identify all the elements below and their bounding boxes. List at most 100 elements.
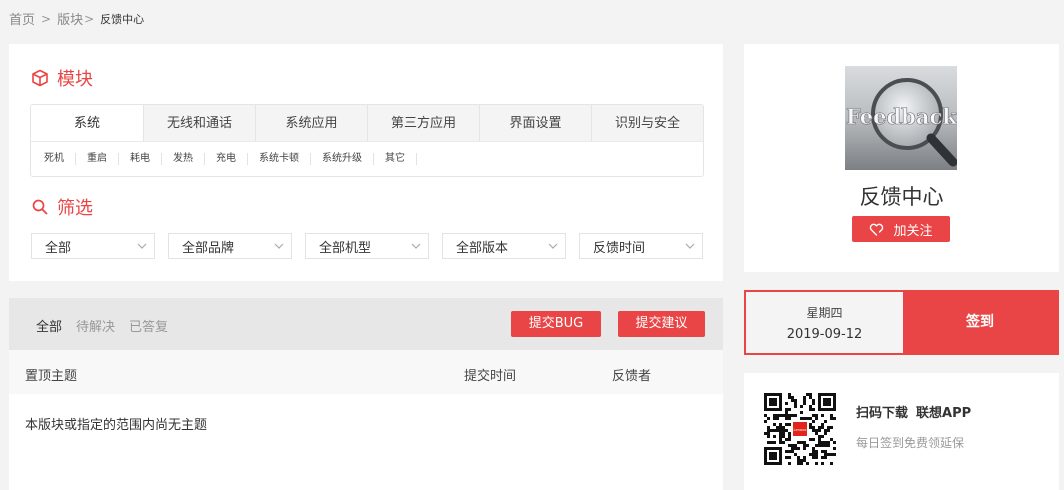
qr-module [812, 429, 815, 432]
app-download-subtitle: 每日签到免费领延保 [856, 436, 965, 450]
qr-module [785, 408, 788, 411]
daily-sign-in-panel: 星期四 2019-09-12 签到 [744, 290, 1059, 355]
column-reporter: 反馈者 [612, 369, 652, 384]
qr-module [812, 402, 815, 405]
select-value: 全部 [45, 240, 72, 256]
module-heading: 模块 [31, 65, 93, 91]
qr-module [827, 444, 830, 447]
qr-module [815, 453, 818, 456]
select-value: 全部版本 [456, 240, 509, 256]
qr-module [815, 456, 818, 459]
subtag-system-lag[interactable]: 系统卡顿 [248, 153, 311, 165]
qr-module [788, 417, 791, 420]
tab-answered[interactable]: 已答复 [129, 316, 168, 335]
qr-module [809, 423, 812, 426]
tab-pending[interactable]: 待解决 [76, 316, 115, 335]
select-brand[interactable]: 全部品牌 [168, 233, 292, 259]
tab-system-apps[interactable]: 系统应用 [255, 105, 367, 141]
qr-module [806, 462, 809, 465]
select-feedback-time[interactable]: 反馈时间 [579, 233, 703, 259]
subtag-power-drain[interactable]: 耗电 [119, 153, 162, 165]
heart-icon [869, 223, 884, 236]
qr-module [785, 456, 788, 459]
qr-module [803, 441, 806, 444]
submit-bug-button[interactable]: 提交BUG [511, 311, 601, 337]
module-filter-panel: 模块 系统 无线和通话 系统应用 第三方应用 界面设置 识别与安全 死机 重启 … [9, 44, 723, 281]
tab-recognition-security[interactable]: 识别与安全 [591, 105, 703, 141]
subtag-system-upgrade[interactable]: 系统升级 [311, 153, 374, 165]
qr-module [824, 429, 827, 432]
qr-module [833, 441, 836, 444]
qr-module [806, 417, 809, 420]
status-tabs: 全部 待解决 已答复 [36, 316, 182, 335]
qr-module [794, 414, 797, 417]
qr-module [830, 417, 833, 420]
qr-module [803, 417, 806, 420]
subtag-other[interactable]: 其它 [374, 153, 417, 165]
qr-module [794, 453, 797, 456]
qr-module [824, 444, 827, 447]
breadcrumb-home-link[interactable]: 首页 [9, 9, 35, 28]
qr-module [788, 444, 791, 447]
qr-module [800, 405, 803, 408]
qr-module [785, 411, 788, 414]
qr-module [818, 426, 821, 429]
qr-module [803, 444, 806, 447]
qr-module [788, 456, 791, 459]
qr-module [788, 450, 791, 453]
qr-module [806, 393, 809, 396]
qr-module [824, 432, 827, 435]
qr-module [803, 399, 806, 402]
tab-all[interactable]: 全部 [36, 316, 62, 335]
breadcrumb: 首页 > 版块 > 反馈中心 [9, 9, 145, 29]
qr-module [788, 423, 791, 426]
qr-module [812, 450, 815, 453]
weekday-label: 星期四 [806, 306, 843, 320]
qr-module [788, 435, 791, 438]
select-version[interactable]: 全部版本 [442, 233, 566, 259]
chevron-down-icon [273, 240, 285, 252]
qr-module [782, 432, 785, 435]
tab-wireless-call[interactable]: 无线和通话 [143, 105, 255, 141]
qr-module [812, 438, 815, 441]
qr-module [785, 450, 788, 453]
qr-module [776, 429, 779, 432]
subtag-reboot[interactable]: 重启 [76, 153, 119, 165]
select-all[interactable]: 全部 [31, 233, 155, 259]
app-title-scan: 扫码下载 [856, 406, 909, 421]
qr-module [794, 402, 797, 405]
qr-module [779, 423, 782, 426]
qr-module [821, 435, 824, 438]
tab-third-party-apps[interactable]: 第三方应用 [367, 105, 479, 141]
qr-module [791, 447, 794, 450]
select-model[interactable]: 全部机型 [305, 233, 429, 259]
subtag-heating[interactable]: 发热 [162, 153, 205, 165]
qr-module [773, 414, 776, 417]
qr-module [794, 399, 797, 402]
tab-ui-settings[interactable]: 界面设置 [479, 105, 591, 141]
breadcrumb-section-link[interactable]: 版块 [57, 9, 83, 28]
filter-heading: 筛选 [31, 194, 93, 220]
qr-module [815, 444, 818, 447]
breadcrumb-separator: > [84, 11, 95, 26]
qr-module [770, 441, 773, 444]
qr-module [812, 447, 815, 450]
subtag-crash[interactable]: 死机 [33, 153, 76, 165]
module-title: 模块 [57, 69, 93, 90]
qr-module [824, 441, 827, 444]
qr-module [767, 429, 770, 432]
qr-module [800, 411, 803, 414]
breadcrumb-current: 反馈中心 [100, 12, 145, 26]
sign-in-button[interactable]: 签到 [903, 292, 1057, 353]
breadcrumb-separator: > [41, 11, 52, 26]
qr-module [788, 414, 791, 417]
tab-system[interactable]: 系统 [31, 105, 143, 141]
qr-module [785, 402, 788, 405]
qr-module [767, 435, 770, 438]
follow-button[interactable]: 加关注 [852, 216, 950, 242]
column-submit-time: 提交时间 [464, 369, 517, 384]
submit-suggestion-button[interactable]: 提交建议 [618, 311, 705, 337]
subtag-charging[interactable]: 充电 [205, 153, 248, 165]
app-download-panel: Lenovo 扫码下载 联想APP 每日签到免费领延保 [744, 373, 1059, 490]
qr-module [797, 462, 800, 465]
